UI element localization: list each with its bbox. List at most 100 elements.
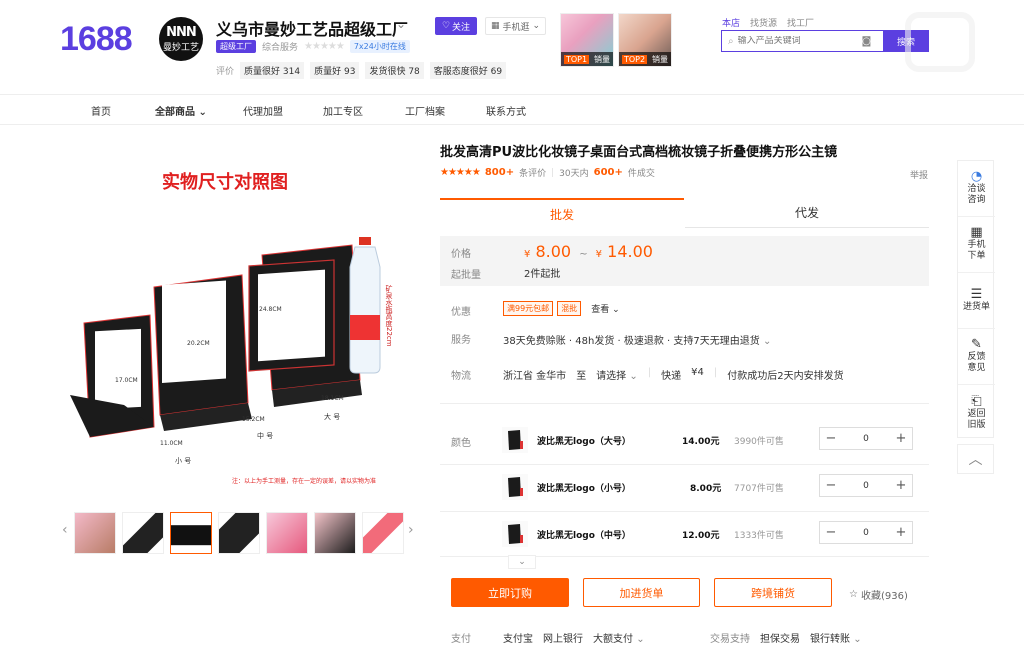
favorite-button[interactable]: ☆ 收藏(936) — [849, 587, 908, 602]
divider — [440, 403, 929, 404]
top-product-thumb[interactable]: TOP2 销量 — [618, 13, 672, 67]
mobile-browse-button[interactable]: ▦ 手机逛 ⌄ — [485, 17, 547, 35]
search-tabs: 本店 找货源 找工厂 — [722, 16, 814, 29]
svg-text:18.1CM: 18.1CM — [321, 395, 344, 402]
follow-label: 关注 — [452, 22, 471, 33]
avatar-text: 曼妙工艺 — [162, 43, 199, 53]
nav-all-products[interactable]: 全部商品 ⌄ — [155, 103, 207, 118]
tab-wholesale[interactable]: 批发 — [440, 198, 684, 228]
thumbnail[interactable] — [362, 512, 404, 554]
express-label: 快递 — [661, 371, 682, 382]
chevron-down-icon: ⌄ — [629, 371, 638, 382]
cross-border-button[interactable]: 跨境铺货 — [714, 578, 832, 607]
sidebar-item-chat[interactable]: ◔ 洽谈咨询 — [958, 161, 995, 217]
rating-tag: 客服态度很好 69 — [429, 62, 507, 79]
sidebar-item-old-version[interactable]: ⎗ 返回旧版 — [958, 385, 995, 441]
thumbnail[interactable] — [74, 512, 116, 554]
svg-text:矿泉水瓶高度22cm: 矿泉水瓶高度22cm — [385, 284, 393, 347]
add-to-cart-button[interactable]: 加进货单 — [583, 578, 700, 607]
nav-processing[interactable]: 加工专区 — [323, 103, 363, 118]
thumbnail[interactable] — [122, 512, 164, 554]
thumbnail[interactable] — [170, 512, 212, 554]
chevron-down-icon: ⌄ — [532, 21, 541, 31]
product-meta: ★★★★★ 800+ 条评价 | 30天内 600+ 件成交 — [440, 167, 655, 179]
shop-avatar[interactable]: NNN 曼妙工艺 — [159, 17, 203, 61]
trade-method: 担保交易 — [760, 634, 800, 645]
promo-row: 满99元包邮 混批 查看 ⌄ — [503, 301, 620, 316]
chevron-right-icon[interactable]: › — [408, 522, 414, 538]
quantity-value[interactable]: 0 — [842, 434, 890, 444]
search-input[interactable] — [737, 36, 858, 46]
thumbnail[interactable] — [266, 512, 308, 554]
quantity-stepper: − 0 + — [819, 521, 913, 544]
sku-image[interactable] — [502, 521, 528, 547]
review-count[interactable]: 800+ — [485, 167, 514, 178]
sidebar-label: 手机下单 — [967, 240, 986, 261]
follow-button[interactable]: ♡ 关注 — [435, 17, 477, 35]
trade-method[interactable]: 银行转账 ⌄ — [810, 630, 862, 645]
main-product-image[interactable]: 实物尺寸对照图 17.0CM 20.2CM 24.8CM 11.0CM 15.2… — [62, 145, 420, 495]
sku-stock: 7707件可售 — [734, 484, 784, 494]
chevron-down-icon: ⌄ — [198, 107, 207, 118]
sku-row: 波比黑无logo（大号） 14.00元 3990件可售 − 0 + — [440, 418, 929, 464]
nav-contact[interactable]: 联系方式 — [486, 103, 526, 118]
pay-method[interactable]: 大额支付 ⌄ — [593, 630, 645, 645]
product-title: 批发高清PU波比化妆镜子桌面台式高档梳妆镜子折叠便携方形公主镜 — [440, 145, 838, 160]
plus-icon[interactable]: + — [890, 478, 912, 493]
sku-image[interactable] — [502, 474, 528, 500]
quantity-value[interactable]: 0 — [842, 481, 890, 491]
rating-stars: ★★★★★ — [440, 167, 481, 178]
search-tab-shop[interactable]: 本店 — [722, 16, 740, 29]
sidebar-item-mobile-order[interactable]: ▦ 手机下单 — [958, 217, 995, 273]
top-product-thumb[interactable]: TOP1 销量 — [560, 13, 614, 67]
star-icon: ☆ — [849, 589, 858, 600]
chevron-down-icon: ⌄ — [636, 634, 645, 645]
search-icon: ⌕ — [728, 35, 734, 47]
nav-home[interactable]: 首页 — [91, 103, 111, 118]
svg-text:20.2CM: 20.2CM — [187, 340, 210, 347]
sold-label: 件成交 — [627, 169, 655, 179]
sku-image[interactable] — [502, 427, 528, 453]
rating-tag: 质量很好 314 — [240, 62, 305, 79]
sku-price: 14.00元 — [682, 437, 720, 447]
shop-name[interactable]: 义乌市曼妙工艺品超级工厂 — [216, 16, 408, 40]
mobile-label: 手机逛 — [502, 22, 530, 33]
sidebar-item-feedback[interactable]: ✎ 反馈意见 — [958, 329, 995, 385]
chevron-down-icon[interactable]: ⌄ — [396, 17, 406, 31]
service-list[interactable]: 38天免费赊账 · 48h发货 · 极速退款 · 支持7天无理由退货 ⌄ — [503, 332, 771, 347]
minus-icon[interactable]: − — [820, 525, 842, 540]
nav-factory-profile[interactable]: 工厂档案 — [405, 103, 445, 118]
svg-text:15.2CM: 15.2CM — [242, 416, 265, 423]
report-link[interactable]: 举报 — [910, 168, 928, 181]
svg-text:大 号: 大 号 — [324, 412, 340, 421]
thumbnail[interactable] — [218, 512, 260, 554]
plus-icon[interactable]: + — [890, 525, 912, 540]
buy-now-button[interactable]: 立即订购 — [451, 578, 569, 607]
plus-icon[interactable]: + — [890, 431, 912, 446]
thumbnail[interactable] — [314, 512, 356, 554]
composite-label: 综合服务 — [262, 43, 299, 53]
back-to-top-button[interactable]: ︿ — [957, 444, 994, 474]
expand-skus-button[interactable]: ⌄ — [508, 555, 536, 569]
site-logo[interactable]: 1688 — [60, 20, 133, 59]
sku-name: 波比黑无logo（中号） — [537, 531, 631, 541]
quantity-value[interactable]: 0 — [842, 528, 890, 538]
search-tab-source[interactable]: 找货源 — [750, 16, 777, 29]
chevron-up-icon: ︿ — [968, 452, 983, 468]
camera-icon[interactable]: ◙ — [862, 36, 872, 47]
trade-support-row: 交易支持 担保交易 银行转账 ⌄ — [710, 630, 862, 645]
search-tab-factory[interactable]: 找工厂 — [787, 16, 814, 29]
nav-agency[interactable]: 代理加盟 — [243, 103, 283, 118]
edit-icon: ✎ — [971, 337, 982, 352]
tab-dropship[interactable]: 代发 — [685, 198, 929, 228]
minus-icon[interactable]: − — [820, 478, 842, 493]
sku-thumb-drawing — [508, 430, 523, 450]
rating-tag: 发货很快 78 — [365, 62, 424, 79]
minus-icon[interactable]: − — [820, 431, 842, 446]
sku-stock: 3990件可售 — [734, 437, 784, 447]
sidebar-item-cart[interactable]: ☰ 进货单 — [958, 273, 995, 329]
review-label: 条评价 — [519, 169, 547, 179]
promo-more-link[interactable]: 查看 ⌄ — [591, 302, 619, 315]
ship-to-select[interactable]: 请选择 ⌄ — [596, 367, 638, 382]
chevron-left-icon[interactable]: ‹ — [62, 522, 68, 538]
